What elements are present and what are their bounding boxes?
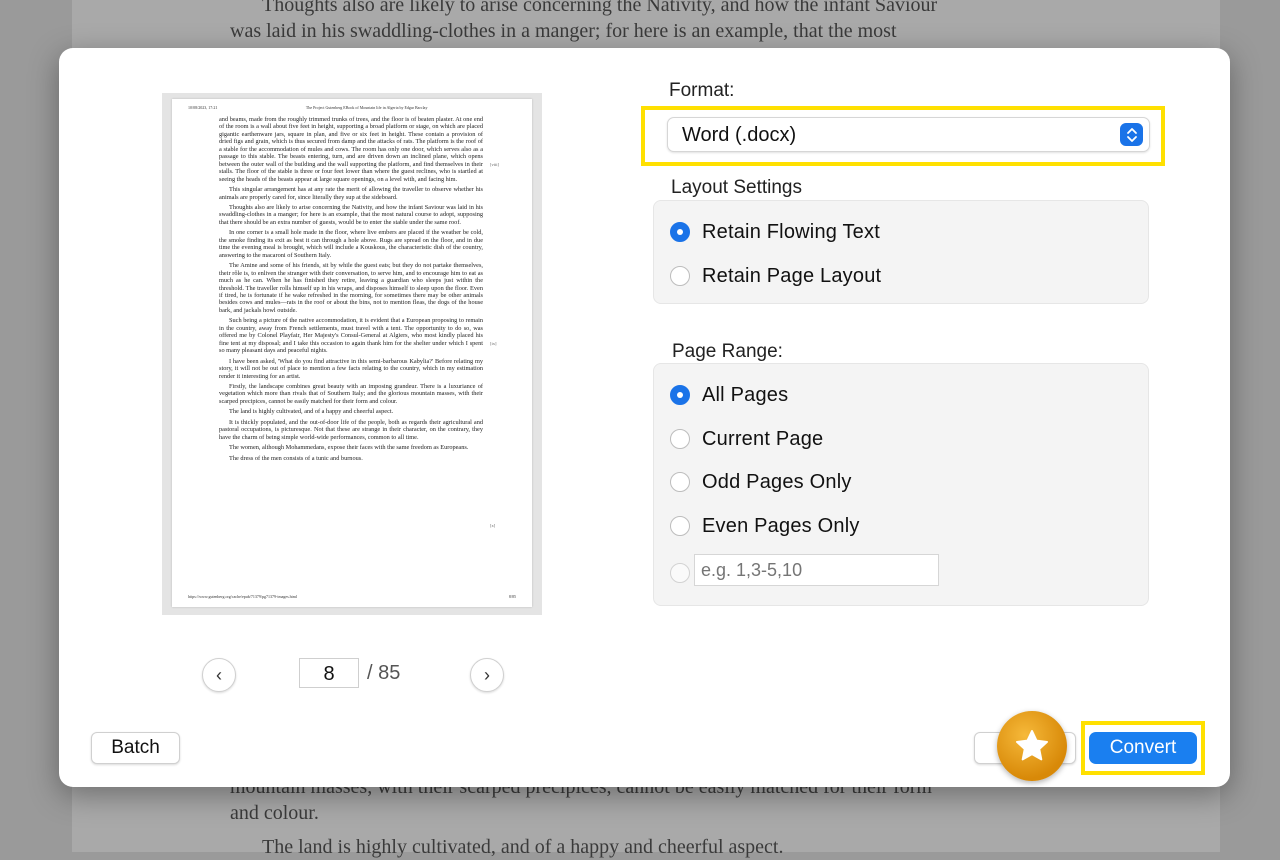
radio-button[interactable]	[670, 266, 690, 286]
radio-label: Retain Page Layout	[702, 264, 882, 287]
convert-dialog: 10/08/2023, 17:21 The Project Gutenberg …	[59, 48, 1230, 787]
preview-footer-url: https://www.gutenberg.org/cache/epub/713…	[188, 594, 298, 599]
preview-header-title: The Project Gutenberg EBook of Mountain …	[305, 105, 428, 110]
preview-paragraph: It is thickly populated, and the out-of-…	[219, 418, 483, 441]
layout-settings-group: Retain Flowing Text Retain Page Layout	[653, 200, 1149, 304]
radio-button[interactable]	[670, 472, 690, 492]
background-line: was laid in his swaddling-clothes in a m…	[230, 20, 897, 42]
select-stepper-icon	[1120, 123, 1143, 146]
format-selected-value: Word (.docx)	[682, 124, 797, 146]
preview-margin-note: [ix]	[490, 341, 497, 346]
background-line: The land is highly cultivated, and of a …	[262, 836, 784, 858]
star-icon	[1016, 730, 1048, 761]
radio-button[interactable]	[670, 563, 690, 583]
preview-margin-note: [viii]	[490, 162, 499, 167]
radio-retain-flowing-text[interactable]: Retain Flowing Text	[670, 218, 880, 246]
previous-page-button[interactable]: ‹	[202, 658, 236, 692]
preview-footer-page: 8/85	[508, 594, 516, 599]
radio-button-selected[interactable]	[670, 222, 690, 242]
preview-paragraph: The Amine and some of his friends, sit b…	[219, 262, 483, 314]
preview-paragraph: The dress of the men consists of a tunic…	[229, 454, 363, 462]
radio-button-selected[interactable]	[670, 385, 690, 405]
preview-footer: https://www.gutenberg.org/cache/epub/713…	[188, 594, 516, 599]
preview-margin-note: [x]	[490, 523, 496, 528]
preview-paragraph: Thoughts also are likely to arise concer…	[219, 203, 483, 226]
radio-label: Current Page	[702, 427, 824, 450]
radio-label: Odd Pages Only	[702, 470, 852, 493]
chevron-left-icon: ‹	[216, 664, 222, 685]
radio-retain-page-layout[interactable]: Retain Page Layout	[670, 262, 881, 290]
format-label: Format:	[669, 80, 735, 101]
radio-button[interactable]	[670, 516, 690, 536]
background-line: and colour.	[230, 802, 319, 824]
radio-label: All Pages	[702, 383, 789, 406]
preview-body: and beams, made from the roughly trimmed…	[219, 116, 483, 465]
preview-paragraph: The women, although Mohammedans, expose …	[229, 444, 469, 452]
preview-paragraph: Such being a picture of the native accom…	[219, 317, 483, 355]
preview-page-sheet: 10/08/2023, 17:21 The Project Gutenberg …	[172, 99, 532, 607]
preview-paragraph: The land is highly cultivated, and of a …	[229, 408, 394, 416]
star-badge-button[interactable]	[997, 711, 1067, 781]
page-range-group: All Pages Current Page Odd Pages Only Ev…	[653, 363, 1149, 606]
background-text-top: Thoughts also are likely to arise concer…	[230, 0, 1062, 44]
background-line: Thoughts also are likely to arise concer…	[262, 0, 938, 16]
format-select[interactable]: Word (.docx)	[667, 117, 1150, 152]
page-range-label: Page Range:	[672, 341, 783, 362]
preview-paragraph: This singular arrangement has at any rat…	[219, 186, 483, 201]
radio-even-pages[interactable]: Even Pages Only	[670, 512, 860, 540]
radio-all-pages[interactable]: All Pages	[670, 381, 788, 409]
page-total: / 85	[367, 662, 401, 684]
chevron-right-icon: ›	[484, 664, 490, 685]
page-preview: 10/08/2023, 17:21 The Project Gutenberg …	[162, 93, 542, 615]
convert-button[interactable]: Convert	[1089, 732, 1197, 764]
next-page-button[interactable]: ›	[470, 658, 504, 692]
radio-label: Retain Flowing Text	[702, 220, 880, 243]
radio-odd-pages[interactable]: Odd Pages Only	[670, 468, 852, 496]
custom-range-input[interactable]	[694, 554, 939, 586]
radio-label: Even Pages Only	[702, 514, 860, 537]
preview-paragraph: Firstly, the landscape combines great be…	[219, 382, 483, 405]
radio-current-page[interactable]: Current Page	[670, 425, 823, 453]
preview-paragraph: I have been asked, 'What do you find att…	[219, 357, 483, 380]
batch-button[interactable]: Batch	[91, 732, 180, 764]
layout-settings-label: Layout Settings	[671, 177, 802, 198]
page-number-input[interactable]: 8	[299, 658, 359, 688]
preview-header-date: 10/08/2023, 17:21	[188, 105, 218, 110]
preview-header: 10/08/2023, 17:21 The Project Gutenberg …	[188, 105, 516, 110]
preview-paragraph: In one corner is a small hole made in th…	[219, 229, 483, 259]
preview-paragraph: and beams, made from the roughly trimmed…	[219, 116, 483, 183]
radio-button[interactable]	[670, 429, 690, 449]
